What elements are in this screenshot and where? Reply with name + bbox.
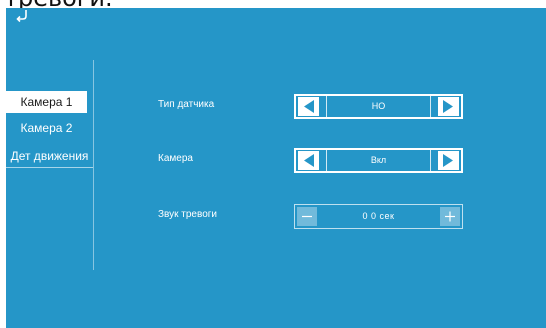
sensor-type-label: Тип датчика [158, 99, 215, 110]
alarm-sound-stepper[interactable]: 0 0 сек [294, 204, 463, 229]
triangle-right-icon [443, 154, 453, 167]
minus-icon [302, 215, 312, 218]
camera-next-button[interactable] [438, 151, 459, 170]
alarm-sound-increase-button[interactable] [440, 207, 460, 226]
camera-label: Камера [158, 153, 193, 164]
alarm-sound-decrease-button[interactable] [297, 207, 317, 226]
camera-selector[interactable]: Вкл [294, 148, 463, 173]
back-arrow-icon[interactable] [14, 8, 30, 24]
triangle-left-icon [304, 154, 314, 167]
camera-value: Вкл [326, 150, 431, 171]
triangle-left-icon [304, 100, 314, 113]
sidebar-item-camera-1[interactable]: Камера 1 [6, 91, 87, 113]
alarm-sound-label: Звук тревоги [158, 209, 217, 220]
camera-prev-button[interactable] [298, 151, 319, 170]
settings-screen: Камера 1 Камера 2 Дет движения Тип датчи… [6, 8, 546, 328]
sensor-type-next-button[interactable] [438, 97, 459, 116]
sensor-type-prev-button[interactable] [298, 97, 319, 116]
plus-icon [445, 211, 455, 222]
sidebar-item-motion-detection[interactable]: Дет движения [6, 145, 93, 168]
alarm-sound-value: 0 0 сек [362, 211, 395, 221]
sidebar-divider [93, 60, 94, 270]
sidebar-item-camera-2[interactable]: Камера 2 [6, 117, 87, 139]
sidebar-item-label: Камера 1 [20, 95, 73, 109]
sensor-type-selector[interactable]: НО [294, 94, 463, 119]
sidebar-item-label: Дет движения [10, 149, 89, 163]
triangle-right-icon [443, 100, 453, 113]
sidebar-item-label: Камера 2 [20, 121, 73, 135]
sensor-type-value: НО [326, 96, 431, 117]
